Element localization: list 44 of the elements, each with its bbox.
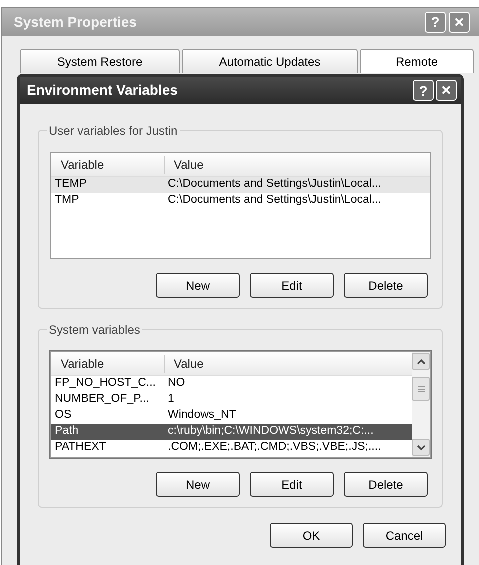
variable-name: TEMP — [54, 179, 88, 191]
close-button[interactable]: ✕ — [436, 80, 457, 101]
tab[interactable]: Automatic Updates — [182, 49, 358, 73]
scroll-up-icon[interactable] — [412, 353, 430, 370]
list-row[interactable]: TEMP C:\Documents and Settings\Justin\Local... — [51, 177, 430, 193]
variable-value: C:\Documents and Settings\Justin\Local... — [167, 179, 382, 191]
variable-value: Windows_NT — [167, 410, 236, 422]
list-row[interactable]: TMP C:\Documents and Settings\Justin\Local... — [51, 193, 430, 209]
list-row[interactable]: Path c:\ruby\bin;C:\WINDOWS\system32;C:... — [51, 424, 412, 440]
dialog-button[interactable]: Cancel — [363, 523, 446, 548]
tab[interactable]: Remote — [360, 49, 474, 73]
dialog-button[interactable]: New — [156, 472, 240, 497]
variable-name: FP_NO_HOST_C... — [54, 378, 157, 390]
list-row[interactable]: OS Windows_NT — [51, 408, 412, 424]
list-row[interactable]: FP_NO_HOST_C... NO — [51, 376, 412, 392]
variable-name: NUMBER_OF_P... — [54, 394, 150, 406]
scrollbar[interactable] — [412, 352, 430, 457]
dialog-button[interactable]: Edit — [250, 273, 334, 298]
variable-value: c:\ruby\bin;C:\WINDOWS\system32;C:... — [167, 426, 374, 438]
variable-value: 1 — [167, 394, 174, 406]
dialog-button[interactable]: OK — [270, 523, 353, 548]
variable-value: C:\Documents and Settings\Justin\Local... — [167, 195, 382, 207]
list-row[interactable]: PATHEXT .COM;.EXE;.BAT;.CMD;.VBS;.VBE;.JS;.... — [51, 440, 412, 456]
column-header[interactable]: Variable — [51, 156, 165, 174]
variable-value: .COM;.EXE;.BAT;.CMD;.VBS;.VBE;.JS;.... — [167, 442, 382, 454]
help-button[interactable]: ? — [413, 80, 434, 101]
variable-name: PATHEXT — [54, 442, 108, 454]
scroll-thumb[interactable] — [412, 377, 430, 401]
column-header[interactable]: Variable — [51, 354, 165, 372]
column-header[interactable]: Value — [165, 156, 430, 174]
dialog-button[interactable]: Edit — [250, 472, 334, 497]
variable-name: OS — [54, 410, 73, 422]
list-row[interactable]: NUMBER_OF_P... 1 — [51, 392, 412, 408]
variable-name: TMP — [54, 195, 80, 207]
dialog-button[interactable]: New — [156, 273, 240, 298]
tab[interactable]: System Restore — [20, 49, 180, 73]
scroll-down-icon[interactable] — [412, 439, 430, 456]
column-header[interactable]: Value — [165, 354, 412, 372]
window-title: System Properties — [14, 12, 138, 32]
variable-name: Path — [54, 426, 80, 438]
dialog-button[interactable]: Delete — [344, 472, 428, 497]
variable-value: NO — [167, 378, 186, 390]
dialog-title: Environment Variables — [27, 81, 179, 100]
dialog-button[interactable]: Delete — [344, 273, 428, 298]
